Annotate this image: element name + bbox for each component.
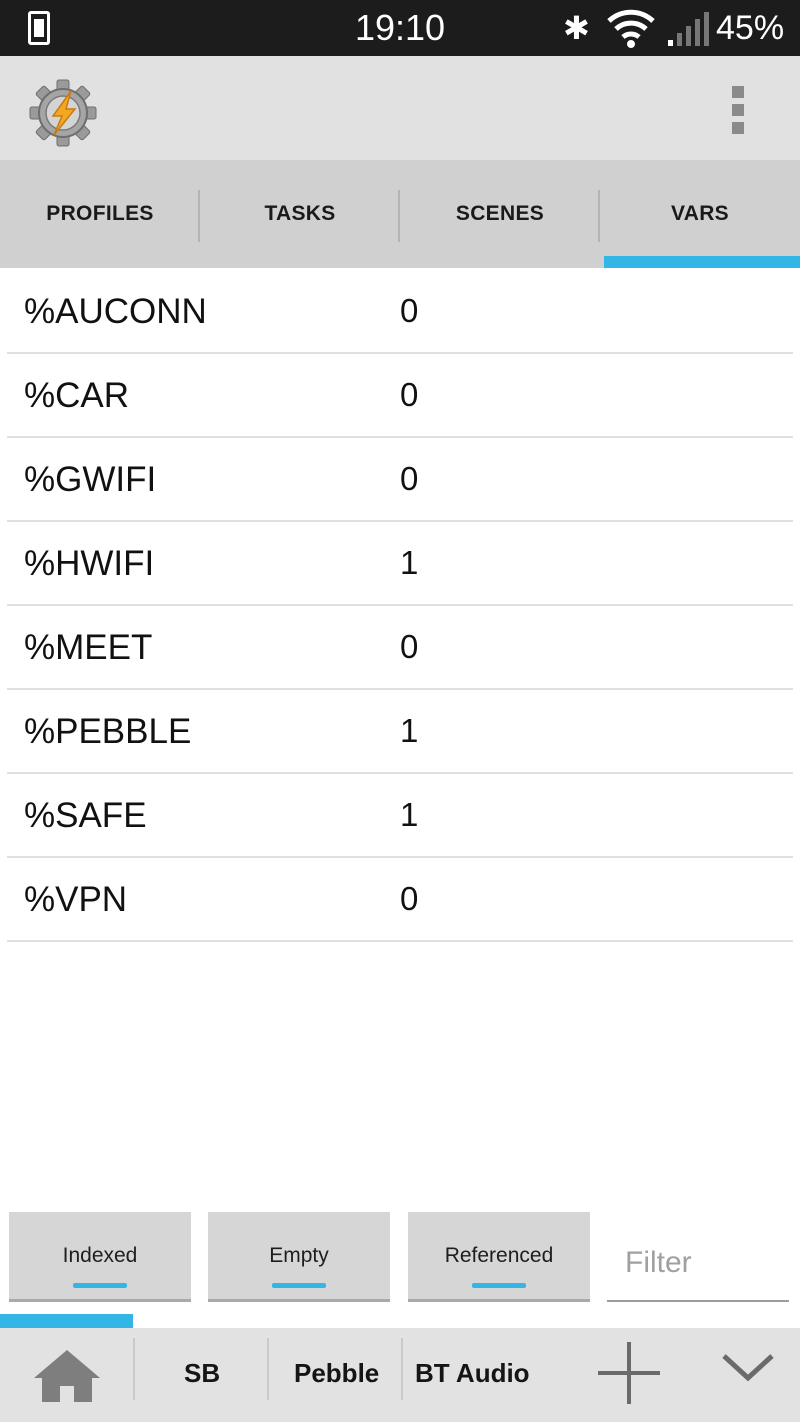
indexed-filter-button[interactable]: Indexed: [9, 1212, 191, 1302]
variable-name: %MEET: [24, 628, 153, 667]
variable-name: %HWIFI: [24, 544, 155, 583]
tab-label: VARS: [671, 202, 729, 225]
variable-list: %AUCONN 0 %CAR 0 %GWIFI 0 %HWIFI 1 %MEET…: [0, 270, 800, 942]
variable-value: 0: [400, 460, 419, 497]
variable-value: 0: [400, 376, 419, 413]
tab-tasks[interactable]: TASKS: [200, 160, 400, 268]
project-tab-bt-audio[interactable]: BT Audio: [415, 1358, 530, 1389]
tab-label: TASKS: [264, 202, 336, 225]
variable-name: %GWIFI: [24, 460, 157, 499]
variable-row[interactable]: %MEET 0: [7, 606, 793, 690]
active-tab-indicator: [604, 256, 800, 268]
project-tab-sb[interactable]: SB: [184, 1358, 220, 1389]
tasker-gear-bolt-icon[interactable]: [28, 78, 98, 148]
home-icon[interactable]: [30, 1346, 104, 1406]
wifi-icon: [607, 9, 655, 48]
status-bar: 19:10 ✱ 45%: [0, 0, 800, 56]
chevron-down-icon[interactable]: [720, 1348, 776, 1388]
phone-icon: [28, 11, 50, 45]
variable-row[interactable]: %VPN 0: [7, 858, 793, 942]
variable-row[interactable]: %CAR 0: [7, 354, 793, 438]
tab-profiles[interactable]: PROFILES: [0, 160, 200, 268]
variable-row[interactable]: %SAFE 1: [7, 774, 793, 858]
signal-icon: [668, 12, 709, 46]
empty-filter-label: Empty: [269, 1243, 329, 1267]
empty-filter-button[interactable]: Empty: [208, 1212, 390, 1302]
project-divider: [401, 1338, 403, 1400]
variable-value: 0: [400, 292, 419, 329]
toggle-indicator: [73, 1283, 127, 1288]
project-bar: SB Pebble BT Audio: [0, 1328, 800, 1422]
filter-input[interactable]: [607, 1226, 789, 1302]
variable-value: 0: [400, 880, 419, 917]
variable-row[interactable]: %HWIFI 1: [7, 522, 793, 606]
variable-name: %PEBBLE: [24, 712, 192, 751]
variable-name: %VPN: [24, 880, 128, 919]
tab-scenes[interactable]: SCENES: [400, 160, 600, 268]
tab-label: SCENES: [455, 202, 545, 225]
variable-value: 1: [400, 544, 419, 581]
variable-value: 1: [400, 796, 419, 833]
overflow-menu-icon[interactable]: [726, 86, 750, 146]
referenced-filter-button[interactable]: Referenced: [408, 1212, 590, 1302]
project-divider: [267, 1338, 269, 1400]
variable-row[interactable]: %PEBBLE 1: [7, 690, 793, 774]
variable-value: 0: [400, 628, 419, 665]
variable-value: 1: [400, 712, 419, 749]
filter-bar: Indexed Empty Referenced: [0, 1212, 800, 1306]
tab-vars[interactable]: VARS: [600, 160, 800, 268]
tab-bar: PROFILES TASKS SCENES VARS: [0, 160, 800, 268]
indexed-filter-label: Indexed: [62, 1243, 138, 1267]
project-indicator: [0, 1314, 133, 1328]
project-divider: [133, 1338, 135, 1400]
variable-name: %CAR: [24, 376, 130, 415]
variable-row[interactable]: %GWIFI 0: [7, 438, 793, 522]
battery-percent: 45%: [716, 9, 785, 47]
bluetooth-icon: ✱: [563, 10, 590, 46]
toggle-indicator: [272, 1283, 326, 1288]
tab-label: PROFILES: [46, 202, 154, 225]
plus-icon[interactable]: [598, 1342, 660, 1404]
project-tab-pebble[interactable]: Pebble: [294, 1358, 379, 1389]
status-time: 19:10: [354, 7, 446, 48]
toggle-indicator: [472, 1283, 526, 1288]
variable-row[interactable]: %AUCONN 0: [7, 270, 793, 354]
variable-name: %AUCONN: [24, 292, 207, 331]
variable-name: %SAFE: [24, 796, 147, 835]
referenced-filter-label: Referenced: [444, 1243, 554, 1267]
action-bar: [0, 56, 800, 160]
